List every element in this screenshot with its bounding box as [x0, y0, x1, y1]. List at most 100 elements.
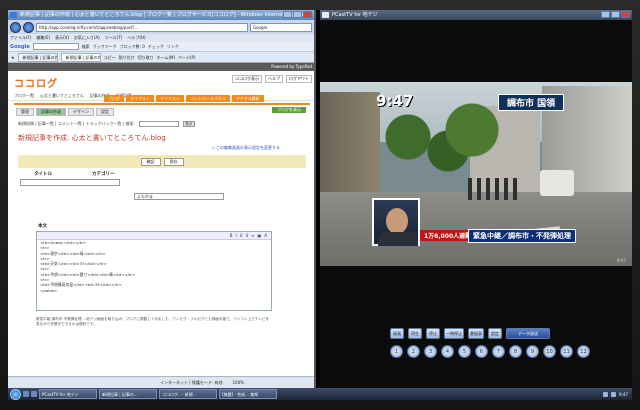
subtab-design[interactable]: デザイン: [68, 108, 94, 116]
tab-controlpanel[interactable]: コントロールパネル: [186, 95, 230, 102]
channel-button[interactable]: 7: [492, 345, 505, 358]
channel-button[interactable]: 11: [560, 345, 573, 358]
channel-button[interactable]: 6: [475, 345, 488, 358]
category-select[interactable]: よもやま: [134, 193, 224, 200]
tab-myphoto[interactable]: マイフォト: [126, 95, 154, 102]
field-labels: タイトル カテゴリー: [14, 168, 310, 177]
menu-file[interactable]: ファイル(F): [10, 34, 31, 42]
tab-1[interactable]: 新規記事 | 記事の作成: [17, 52, 58, 62]
task-notepad[interactable]: [無題] - 完成… 無知: [219, 389, 277, 399]
post-search-input[interactable]: [138, 121, 179, 127]
gbar-bookmark[interactable]: ブックマーク: [93, 44, 117, 50]
cocolog-logo[interactable]: ココログ: [14, 75, 58, 90]
gbar-blocked[interactable]: ブロック数: 0: [120, 44, 145, 50]
gbar-search[interactable]: 検索: [82, 44, 90, 50]
browser-titlebar[interactable]: 新規記事 | 記事の作成 | 心太と書いてところてん.blog | ブログ一覧 …: [8, 10, 314, 20]
subtab-manage[interactable]: 管理: [16, 108, 34, 116]
epg-button[interactable]: 番組表: [468, 328, 484, 339]
task-cocolog[interactable]: ココログ…- 新規...: [159, 389, 217, 399]
channel-button[interactable]: 8: [509, 345, 522, 358]
volume-icon[interactable]: [611, 391, 617, 397]
tab-mylist[interactable]: マイリスト: [156, 95, 184, 102]
task-tv[interactable]: PCastTV for 地デジ: [39, 389, 97, 399]
image-icon[interactable]: ▣: [257, 232, 261, 239]
menu-edit[interactable]: 編集(E): [36, 34, 50, 42]
quicklaunch-icon[interactable]: [31, 391, 37, 397]
post-links-text[interactable]: 新規投稿 | 記事一覧 | コメント一覧 | トラックバック一覧 | 検索:: [18, 121, 135, 127]
tab-blog[interactable]: ブログ: [104, 95, 124, 102]
tv-titlebar[interactable]: PCastTV for 地デジ: [320, 10, 632, 20]
link-icon[interactable]: ∞: [251, 232, 254, 239]
network-icon[interactable]: [603, 391, 609, 397]
body-editor[interactable]: B I U S ∞ ▣ A <td>&nbsp;</td></tr> <tr> …: [36, 231, 272, 311]
stop-button[interactable]: 停止: [426, 328, 440, 339]
paste-button[interactable]: 貼り付け: [119, 53, 135, 62]
record-button[interactable]: 録画: [390, 328, 404, 339]
channel-button[interactable]: 12: [577, 345, 590, 358]
channel-button[interactable]: 10: [543, 345, 556, 358]
cut-button[interactable]: 切り取り: [138, 53, 154, 62]
subtab-create[interactable]: 記事の作成: [36, 108, 66, 116]
tv-close-button[interactable]: [621, 11, 630, 18]
help-link[interactable]: ヘルプ: [265, 75, 283, 83]
bold-icon[interactable]: B: [230, 232, 233, 239]
back-button[interactable]: [10, 21, 21, 33]
address-input[interactable]: http://app.cocolog-nifty.com/t/app/weblo…: [36, 22, 248, 32]
crumb-blog[interactable]: 心太と書いてところてん: [40, 93, 84, 99]
post-search-button[interactable]: 表示: [182, 121, 195, 127]
zone-status: インターネット | 保護モード: 有効: [160, 380, 223, 385]
tv-app-icon: [322, 12, 329, 18]
view-blog-button[interactable]: ブログを表示: [272, 107, 306, 113]
close-button[interactable]: [303, 11, 312, 18]
channel-button[interactable]: 1: [390, 345, 403, 358]
confirm-button[interactable]: 確認: [140, 157, 161, 166]
quicklaunch-icon[interactable]: [23, 391, 29, 397]
logout-link[interactable]: ログアウト: [286, 75, 312, 83]
channel-button[interactable]: 2: [407, 345, 420, 358]
video-frame[interactable]: 9:47 調布市 国領 1万6,000人避難 緊急中継／調布市・不発弾処理 9:…: [320, 82, 632, 266]
color-icon[interactable]: A: [264, 232, 267, 239]
channel-button[interactable]: 5: [458, 345, 471, 358]
minimize-button[interactable]: [283, 11, 292, 18]
gbar-links[interactable]: リンク: [167, 44, 179, 50]
channel-button[interactable]: 3: [424, 345, 437, 358]
save-button[interactable]: 保存: [163, 157, 184, 166]
data-broadcast-button[interactable]: データ放送: [506, 328, 550, 339]
strike-icon[interactable]: S: [246, 232, 249, 239]
tv-maximize-button[interactable]: [611, 11, 620, 18]
tab-analytics[interactable]: アクセス解析: [232, 95, 264, 102]
underline-icon[interactable]: U: [240, 232, 243, 239]
menu-help[interactable]: ヘルプ(H): [127, 34, 145, 42]
menu-favorites[interactable]: お気に入り(A): [74, 34, 100, 42]
channel-button[interactable]: 9: [526, 345, 539, 358]
menu-view[interactable]: 表示(V): [55, 34, 69, 42]
star-icon[interactable]: ★: [11, 55, 15, 60]
gbar-check[interactable]: チェック: [148, 44, 164, 50]
page-button[interactable]: ページ(P): [178, 53, 195, 62]
search-input[interactable]: Google: [250, 22, 312, 32]
crumb-blog-list[interactable]: ブログ一覧: [14, 93, 34, 99]
italic-icon[interactable]: I: [235, 232, 236, 239]
home-button[interactable]: ホーム(M): [157, 53, 175, 62]
menu-tools[interactable]: ツール(T): [105, 34, 123, 42]
channel-button[interactable]: 4: [441, 345, 454, 358]
copy-button[interactable]: コピー: [104, 53, 116, 62]
display-settings-link[interactable]: » この編集画面の表示設定を変更する: [14, 143, 310, 151]
maximize-button[interactable]: [293, 11, 302, 18]
tab-2[interactable]: 新規記事 | 記事の作成: [60, 52, 101, 62]
subtab-settings[interactable]: 設定: [96, 108, 114, 116]
start-orb-icon[interactable]: [10, 388, 21, 400]
view-blog-link[interactable]: ココログ表示: [232, 75, 262, 83]
title-input[interactable]: [20, 179, 120, 186]
task-ie[interactable]: 新規記事 | 記事の...: [99, 389, 157, 399]
tray-clock[interactable]: 9:47: [619, 392, 628, 397]
forward-button[interactable]: [23, 21, 34, 33]
play-button[interactable]: 再生: [408, 328, 422, 339]
title-label: タイトル: [34, 172, 52, 177]
tv-minimize-button[interactable]: [601, 11, 610, 18]
pause-button[interactable]: 一時停止: [444, 328, 464, 339]
zoom-level[interactable]: 100%: [233, 377, 244, 388]
action-bar: 確認 保存: [18, 155, 306, 168]
settings-button[interactable]: 設定: [488, 328, 502, 339]
google-search-input[interactable]: [32, 43, 79, 50]
